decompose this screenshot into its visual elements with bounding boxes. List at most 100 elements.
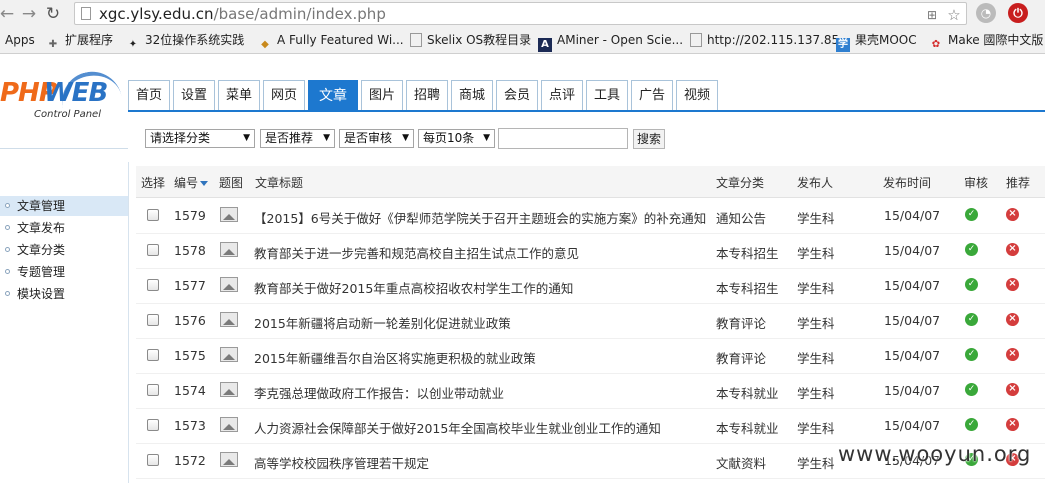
image-thumbnail-icon[interactable]: [220, 382, 238, 397]
check-icon[interactable]: ✓: [965, 418, 978, 431]
row-title-link[interactable]: 教育部关于做好2015年重点高校招收农村学生工作的通知: [254, 278, 573, 297]
cross-icon[interactable]: ×: [1006, 278, 1019, 291]
bookmark-apps[interactable]: ▦Apps: [0, 32, 35, 49]
tab-recruitment[interactable]: 招聘: [406, 80, 448, 110]
row-title-link[interactable]: 高等学校校园秩序管理若干规定: [254, 453, 429, 472]
tab-webpages[interactable]: 网页: [263, 80, 305, 110]
tab-mall[interactable]: 商城: [451, 80, 493, 110]
make-icon: ✿: [931, 39, 941, 50]
dropdown-arrow-icon: ▼: [402, 133, 409, 143]
row-author: 学生科: [797, 316, 835, 331]
adblock-icon[interactable]: ⏻: [1008, 3, 1028, 23]
row-title-link[interactable]: 人力资源社会保障部关于做好2015年全国高校毕业生就业创业工作的通知: [254, 418, 661, 437]
sidebar-item-article-publish[interactable]: 文章发布: [0, 218, 128, 238]
tab-images[interactable]: 图片: [361, 80, 403, 110]
row-checkbox[interactable]: [147, 454, 159, 466]
sidebar-item-article-category[interactable]: 文章分类: [0, 240, 128, 260]
row-title-link[interactable]: 【2015】6号关于做好《伊犁师范学院关于召开主题班会的实施方案》的补充通知: [254, 208, 706, 227]
shield-icon: ◆: [261, 39, 269, 50]
image-thumbnail-icon[interactable]: [220, 312, 238, 327]
cross-icon[interactable]: ×: [1006, 313, 1019, 326]
logo-web: WEB: [44, 78, 108, 108]
sidebar-item-topic-manage[interactable]: 专题管理: [0, 262, 128, 282]
reload-icon[interactable]: ↻: [42, 3, 64, 25]
star-icon[interactable]: ☆: [945, 6, 963, 24]
tab-settings[interactable]: 设置: [173, 80, 215, 110]
check-icon[interactable]: ✓: [965, 348, 978, 361]
review-select[interactable]: 是否审核 ▼: [339, 129, 414, 148]
tab-reviews[interactable]: 点评: [541, 80, 583, 110]
tab-members[interactable]: 会员: [496, 80, 538, 110]
filter-bar: 请选择分类 ▼ 是否推荐 ▼ 是否审核 ▼ 每页10条 ▼ 搜索: [128, 112, 1045, 162]
tux-icon: ✦: [128, 39, 138, 50]
search-button[interactable]: 搜索: [633, 129, 665, 149]
row-checkbox[interactable]: [147, 209, 159, 221]
image-thumbnail-icon[interactable]: [220, 417, 238, 432]
table-header: 选择 编号 题图 文章标题 文章分类 发布人 发布时间 审核 推荐: [136, 166, 1045, 198]
tab-tools[interactable]: 工具: [586, 80, 628, 110]
row-checkbox[interactable]: [147, 314, 159, 326]
bookmark-skelix[interactable]: Skelix OS教程目录: [410, 32, 531, 49]
row-category: 教育评论: [716, 351, 767, 366]
col-review: 审核: [964, 176, 989, 190]
tab-home[interactable]: 首页: [128, 80, 170, 110]
bookmark-make[interactable]: ✿ Make 國際中文版: [929, 32, 1044, 50]
cross-icon[interactable]: ×: [1006, 208, 1019, 221]
keyword-input[interactable]: [498, 128, 628, 149]
row-title-link[interactable]: 2015年新疆维吾尔自治区将实施更积极的就业政策: [254, 348, 536, 367]
bookmark-extensions[interactable]: ✚ 扩展程序: [46, 32, 113, 50]
cross-icon[interactable]: ×: [1006, 418, 1019, 431]
sidebar-item-module-settings[interactable]: 模块设置: [0, 284, 128, 304]
col-title: 文章标题: [255, 176, 304, 190]
row-checkbox[interactable]: [147, 384, 159, 396]
per-page-select[interactable]: 每页10条 ▼: [418, 129, 495, 148]
image-thumbnail-icon[interactable]: [220, 242, 238, 257]
row-checkbox[interactable]: [147, 244, 159, 256]
row-title-link[interactable]: 2015年新疆将启动新一轮差别化促进就业政策: [254, 313, 511, 332]
cross-icon[interactable]: ×: [1006, 383, 1019, 396]
check-icon[interactable]: ✓: [965, 313, 978, 326]
bullet-icon: [5, 291, 10, 296]
row-author: 学生科: [797, 456, 835, 471]
translate-icon[interactable]: ⊞: [923, 6, 941, 24]
bookmark-mooc[interactable]: 学果壳MOOC: [836, 32, 917, 52]
check-icon[interactable]: ✓: [965, 243, 978, 256]
row-title-link[interactable]: 教育部关于进一步完善和规范高校自主招生试点工作的意见: [254, 243, 579, 262]
row-title-link[interactable]: 李克强总理做政府工作报告：以创业带动就业: [254, 383, 504, 402]
check-icon[interactable]: ✓: [965, 383, 978, 396]
row-date: 15/04/07: [884, 313, 941, 328]
tab-menu[interactable]: 菜单: [218, 80, 260, 110]
bookmark-ip[interactable]: http://202.115.137.85: [690, 32, 839, 49]
recommend-select[interactable]: 是否推荐 ▼: [260, 129, 335, 148]
category-select[interactable]: 请选择分类 ▼: [145, 129, 255, 148]
row-id: 1579: [174, 208, 206, 223]
image-thumbnail-icon[interactable]: [220, 347, 238, 362]
image-thumbnail-icon[interactable]: [220, 277, 238, 292]
sidebar-item-article-manage[interactable]: 文章管理: [0, 196, 128, 216]
left-sidebar: 文章管理 文章发布 文章分类 专题管理 模块设置: [0, 148, 129, 483]
bookmark-aminer[interactable]: A AMiner - Open Scie...: [538, 32, 683, 52]
image-thumbnail-icon[interactable]: [220, 452, 238, 467]
col-category: 文章分类: [716, 176, 765, 190]
tab-articles[interactable]: 文章: [308, 80, 358, 110]
bookmark-featured[interactable]: ◆ A Fully Featured Wi...: [258, 32, 403, 50]
bullet-icon: [5, 247, 10, 252]
extension-icon[interactable]: ◔: [976, 3, 996, 23]
check-icon[interactable]: ✓: [965, 208, 978, 221]
check-icon[interactable]: ✓: [965, 278, 978, 291]
row-checkbox[interactable]: [147, 279, 159, 291]
cross-icon[interactable]: ×: [1006, 348, 1019, 361]
address-bar[interactable]: xgc.ylsy.edu.cn/base/admin/index.php ⊞ ☆: [74, 2, 967, 25]
back-icon[interactable]: ←: [0, 3, 18, 25]
bookmark-os-practice[interactable]: ✦ 32位操作系统实践: [126, 32, 244, 50]
row-checkbox[interactable]: [147, 349, 159, 361]
tab-video[interactable]: 视频: [676, 80, 718, 110]
col-select: 选择: [141, 176, 166, 190]
row-checkbox[interactable]: [147, 419, 159, 431]
cross-icon[interactable]: ×: [1006, 243, 1019, 256]
forward-icon[interactable]: →: [18, 3, 40, 25]
tab-ads[interactable]: 广告: [631, 80, 673, 110]
puzzle-icon: ✚: [48, 39, 58, 50]
image-thumbnail-icon[interactable]: [220, 207, 238, 222]
col-id[interactable]: 编号: [174, 174, 209, 191]
